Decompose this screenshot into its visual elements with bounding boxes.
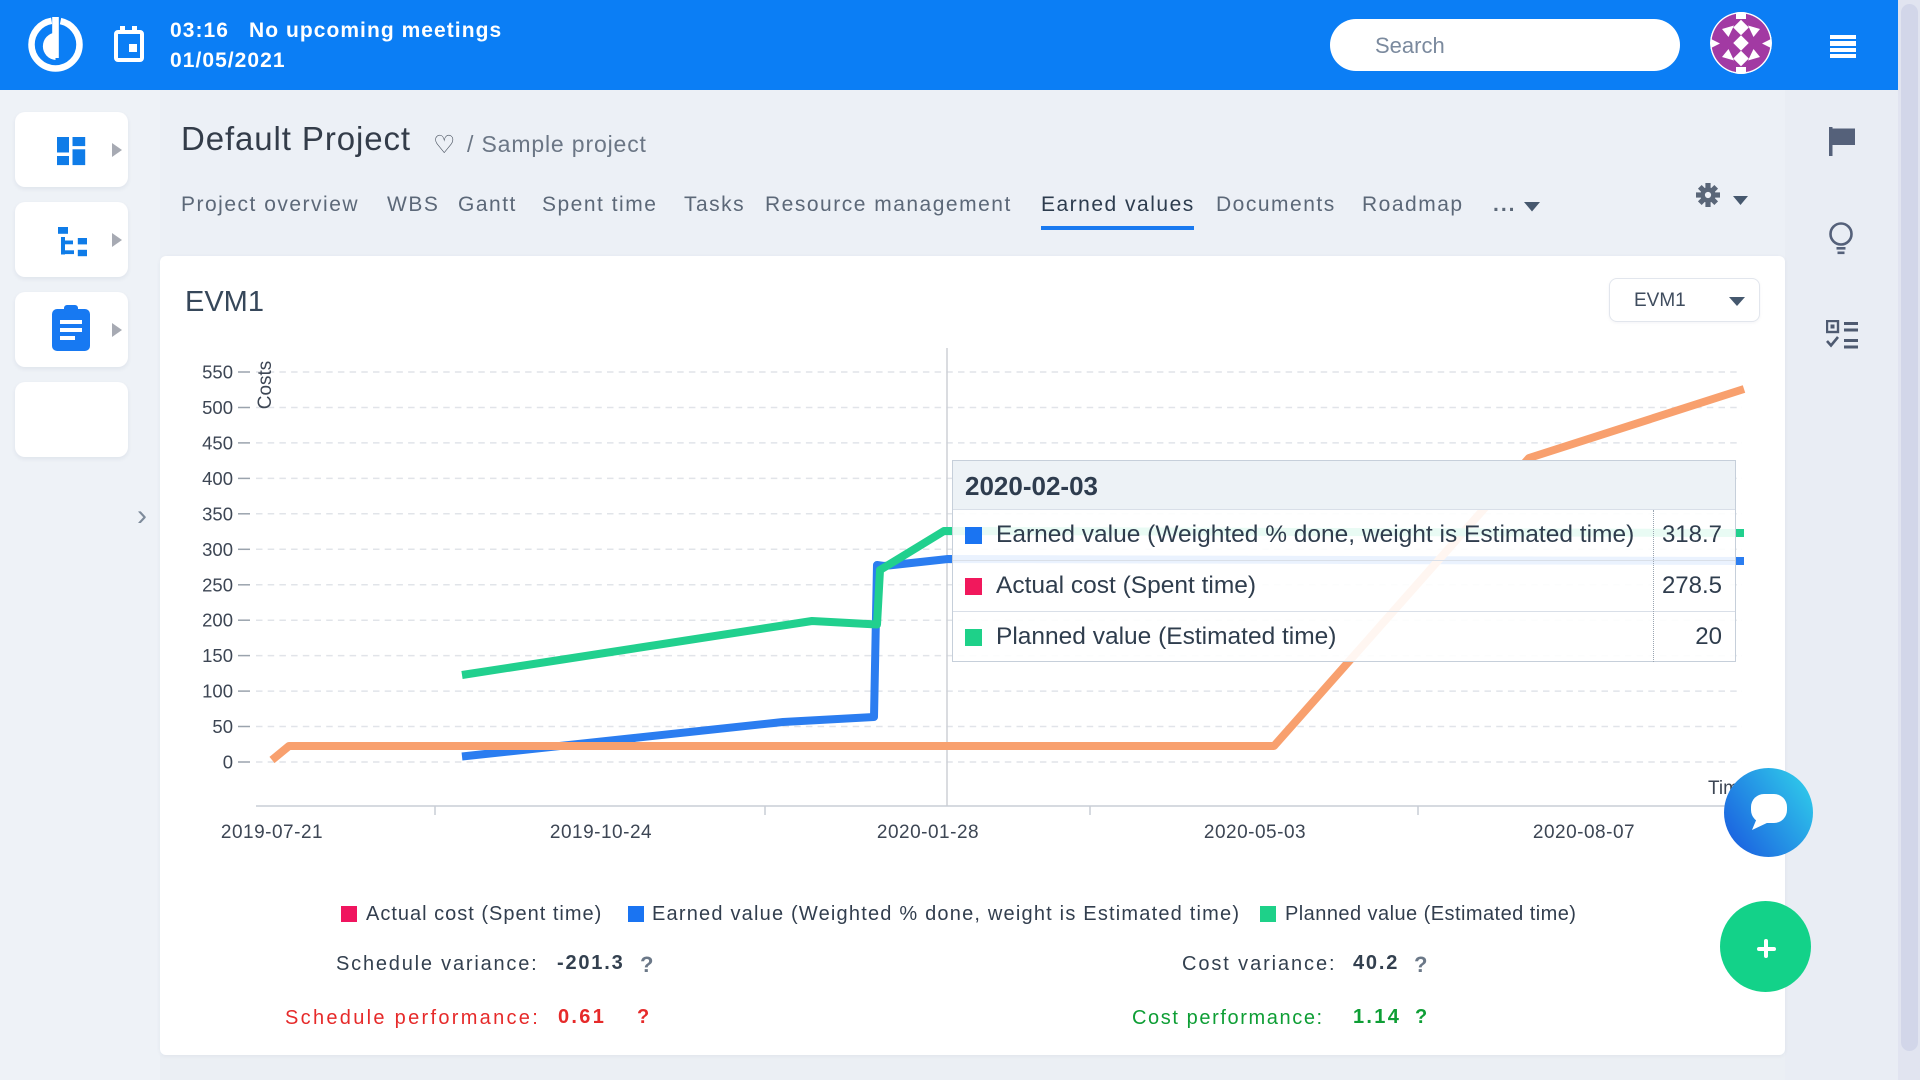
svg-text:350: 350 bbox=[202, 503, 233, 524]
svg-text:50: 50 bbox=[212, 716, 233, 737]
svg-text:2020-05-03: 2020-05-03 bbox=[1204, 822, 1306, 843]
svg-text:0: 0 bbox=[223, 752, 233, 773]
svg-text:300: 300 bbox=[202, 539, 233, 560]
svg-text:Costs: Costs bbox=[255, 361, 276, 410]
svg-text:500: 500 bbox=[202, 397, 233, 418]
svg-text:250: 250 bbox=[202, 574, 233, 595]
svg-text:2020-01-28: 2020-01-28 bbox=[877, 822, 979, 843]
svg-text:2019-10-24: 2019-10-24 bbox=[550, 822, 652, 843]
svg-text:200: 200 bbox=[202, 610, 233, 631]
svg-text:450: 450 bbox=[202, 432, 233, 453]
svg-text:400: 400 bbox=[202, 468, 233, 489]
svg-text:550: 550 bbox=[202, 362, 233, 383]
svg-text:2019-07-21: 2019-07-21 bbox=[221, 822, 323, 843]
svg-text:100: 100 bbox=[202, 681, 233, 702]
svg-text:150: 150 bbox=[202, 645, 233, 666]
svg-text:2020-08-07: 2020-08-07 bbox=[1533, 822, 1635, 843]
